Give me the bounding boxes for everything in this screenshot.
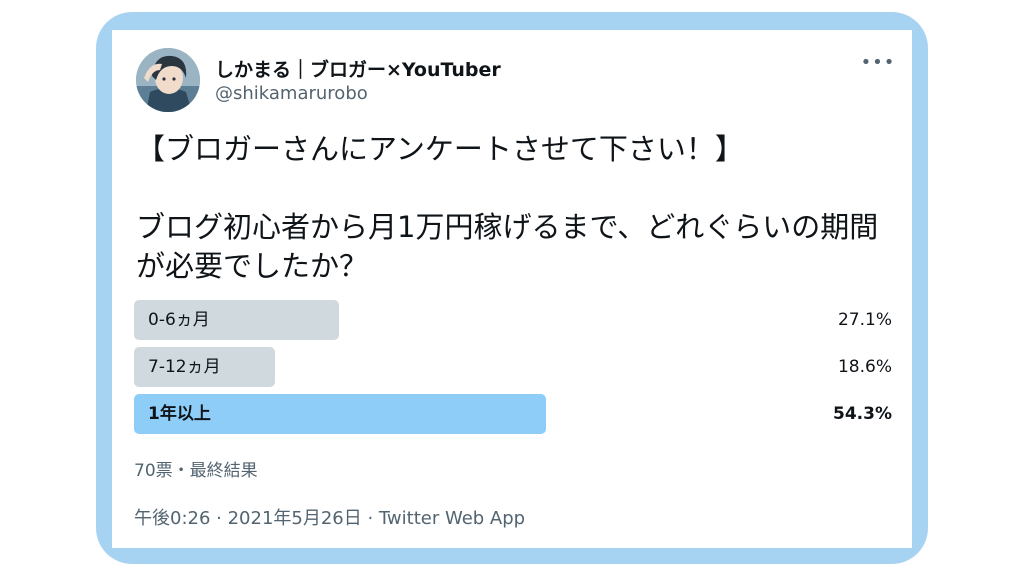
- poll-option-percent: 18.6%: [837, 357, 892, 377]
- author-handle[interactable]: @shikamarurobo: [215, 83, 368, 104]
- poll-option-label: 1年以上: [148, 404, 211, 424]
- poll-option-label: 0-6ヵ月: [148, 310, 210, 330]
- poll-summary: 70票・最終結果: [134, 461, 258, 481]
- poll: 0-6ヵ月 27.1% 7-12ヵ月 18.6% 1年以上 54.3%: [134, 300, 892, 441]
- poll-option-winner: 1年以上 54.3%: [134, 394, 892, 434]
- avatar[interactable]: [136, 48, 200, 112]
- avatar-illustration: [136, 48, 200, 112]
- poll-option: 7-12ヵ月 18.6%: [134, 347, 892, 387]
- tweet-card: しかまる｜ブロガー×YouTuber @shikamarurobo ••• 【ブ…: [112, 30, 912, 548]
- tweet-text: 【ブロガーさんにアンケートさせて下さい！】 ブログ初心者から月1万円稼げるまで、…: [136, 130, 896, 286]
- tweet-text-line1: 【ブロガーさんにアンケートさせて下さい！】: [136, 132, 744, 166]
- more-horizontal-icon[interactable]: •••: [860, 50, 896, 76]
- poll-option-label: 7-12ヵ月: [148, 357, 221, 377]
- tweet-timestamp-source[interactable]: 午後0:26 · 2021年5月26日 · Twitter Web App: [134, 504, 525, 530]
- poll-option: 0-6ヵ月 27.1%: [134, 300, 892, 340]
- author-display-name[interactable]: しかまる｜ブロガー×YouTuber: [215, 55, 501, 82]
- tweet-text-line2: ブログ初心者から月1万円稼げるまで、どれぐらいの期間が必要でしたか？: [136, 210, 879, 283]
- poll-option-percent: 27.1%: [837, 310, 892, 330]
- poll-option-percent: 54.3%: [833, 404, 892, 424]
